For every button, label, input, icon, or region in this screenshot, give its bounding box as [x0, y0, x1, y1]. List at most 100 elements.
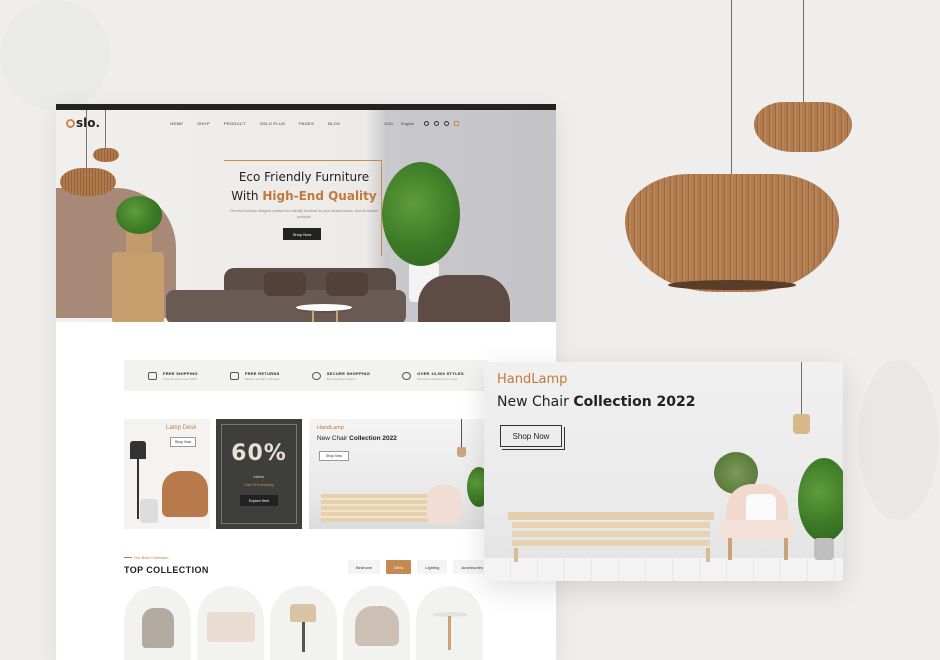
promo-shop-now-button[interactable]: Shop Now: [319, 451, 349, 461]
feature-free-returns: FREE RETURNS Back to us with in 30 days: [229, 370, 280, 381]
floor-lamp-pole: [137, 459, 139, 519]
pendant-lamp: [461, 419, 462, 447]
logo-o-icon: [66, 118, 75, 128]
features-bar: FREE SHIPPING Free all orders over $100 F…: [124, 360, 488, 391]
language-select[interactable]: English: [401, 121, 414, 126]
currency-select[interactable]: USD: [384, 121, 392, 126]
promo-title: Lamp Desk: [166, 425, 197, 431]
feature-title: FREE SHIPPING: [163, 370, 198, 376]
site-logo[interactable]: slo.: [66, 116, 100, 130]
menu-blog[interactable]: BLOG: [328, 121, 340, 126]
armchair: [162, 471, 208, 517]
explore-here-button[interactable]: Explore Here: [240, 495, 278, 506]
background-leaf: [858, 360, 938, 520]
feature-sub: We have everything you need: [417, 376, 457, 381]
feature-title: FREE RETURNS: [244, 370, 280, 376]
feature-free-shipping: FREE SHIPPING Free all orders over $100: [148, 371, 198, 381]
hero-description: The best furniture designer created eco-…: [229, 209, 379, 219]
chair: [427, 485, 461, 523]
lamp-cord: [105, 110, 106, 148]
product-card[interactable]: [124, 586, 191, 660]
product-chair: [142, 608, 174, 648]
card-title-bold: Collection 2022: [573, 394, 696, 410]
cart-icon[interactable]: [454, 120, 459, 126]
console-leg: [514, 548, 518, 562]
product-lounge-chair: [355, 606, 399, 646]
promo-shop-now-button[interactable]: Shop Now: [170, 437, 196, 447]
chair-leg: [784, 538, 788, 560]
site-nav: slo. HOME SHOP PRODUCT OSLO PLUS PAGES B…: [56, 110, 556, 136]
pendant-lamp-shade: [793, 414, 810, 434]
console-leg: [706, 548, 710, 562]
hero-title-highlight: High-End Quality: [262, 189, 377, 203]
floor: [484, 558, 843, 581]
tab-bedroom[interactable]: Bedroom: [348, 560, 381, 574]
product-lamp-pole: [302, 622, 305, 652]
nav-icons: [424, 120, 459, 126]
collection-title: TOP COLLECTION: [124, 565, 209, 575]
pendant-lamp-shade: [457, 447, 466, 457]
lamp-cord: [731, 0, 732, 176]
hero-title-line2: With High-End Quality: [224, 187, 384, 206]
promo-kicker: HandLamp: [317, 425, 344, 431]
feature-title: SECURE SHOPPING: [326, 370, 371, 376]
pendant-lamp: [93, 148, 119, 162]
tab-lighting[interactable]: Lighting: [417, 560, 448, 574]
console-slat: [512, 531, 710, 537]
nav-right: USD English: [384, 121, 414, 126]
search-icon[interactable]: [424, 120, 429, 126]
background-leaf: [0, 0, 110, 110]
product-table-leg: [448, 616, 451, 650]
box-icon: [229, 371, 239, 380]
console-table: [321, 494, 431, 522]
feature-sub: Back to us with in 30 days: [244, 376, 280, 381]
console-slat: [512, 522, 710, 528]
handlamp-collection-card[interactable]: HandLamp New Chair Collection 2022 Shop …: [484, 362, 843, 581]
plant-leaves: [382, 162, 460, 266]
product-card[interactable]: [416, 586, 483, 660]
product-list: [124, 586, 483, 660]
product-card[interactable]: [343, 586, 410, 660]
hero-shop-now-button[interactable]: Shop Now: [283, 228, 321, 240]
plant-leaves: [116, 196, 162, 234]
user-icon[interactable]: [434, 120, 439, 126]
promo-title: New Chair Collection 2022: [317, 435, 397, 442]
feature-secure-shopping: SECURE SHOPPING Best security features: [311, 370, 371, 381]
logo-text: slo.: [76, 116, 101, 130]
product-card[interactable]: [270, 586, 337, 660]
website-mockup: slo. HOME SHOP PRODUCT OSLO PLUS PAGES B…: [56, 104, 556, 660]
lamp-cord: [86, 110, 87, 168]
product-lamp-shade: [290, 604, 316, 622]
heart-icon[interactable]: [444, 120, 449, 126]
product-armchair: [207, 612, 255, 642]
small-pendant-lamp: [754, 102, 852, 152]
promo-frame: [221, 424, 297, 524]
menu-oslo-plus[interactable]: OSLO PLUS: [260, 121, 285, 126]
product-card[interactable]: [197, 586, 264, 660]
table-leg: [312, 310, 314, 322]
pendant-lamp: [60, 168, 116, 196]
sale-percent: 60%: [231, 441, 287, 466]
menu-home[interactable]: HOME: [170, 121, 183, 126]
truck-icon: [148, 371, 158, 380]
promo-handlamp[interactable]: HandLamp New Chair Collection 2022 Shop …: [309, 419, 489, 529]
large-pendant-lamp: [625, 174, 839, 292]
menu-shop[interactable]: SHOP: [197, 121, 210, 126]
menu-product[interactable]: PRODUCT: [224, 121, 246, 126]
sofa-pillow: [326, 272, 368, 296]
plant-stand: [814, 538, 834, 560]
lamp-cord: [801, 362, 802, 414]
promo-sale[interactable]: 60% Interior Sale Of Everything Explore …: [216, 419, 302, 529]
card-kicker: HandLamp: [497, 372, 568, 387]
feature-sub: Free all orders over $100: [163, 376, 197, 381]
promo-lamp-desk[interactable]: Lamp Desk Shop Now: [124, 419, 210, 529]
tab-deck[interactable]: Deck: [386, 560, 412, 574]
collection-tabs: Bedroom Deck Lighting Accessories: [348, 560, 491, 574]
menu-pages[interactable]: PAGES: [299, 121, 314, 126]
table-leg: [336, 310, 338, 322]
shield-icon: [311, 371, 321, 380]
wooden-stool: [112, 252, 164, 322]
lamp-cord: [803, 0, 804, 104]
tag-icon: [402, 371, 412, 380]
card-shop-now-button[interactable]: Shop Now: [500, 425, 565, 450]
